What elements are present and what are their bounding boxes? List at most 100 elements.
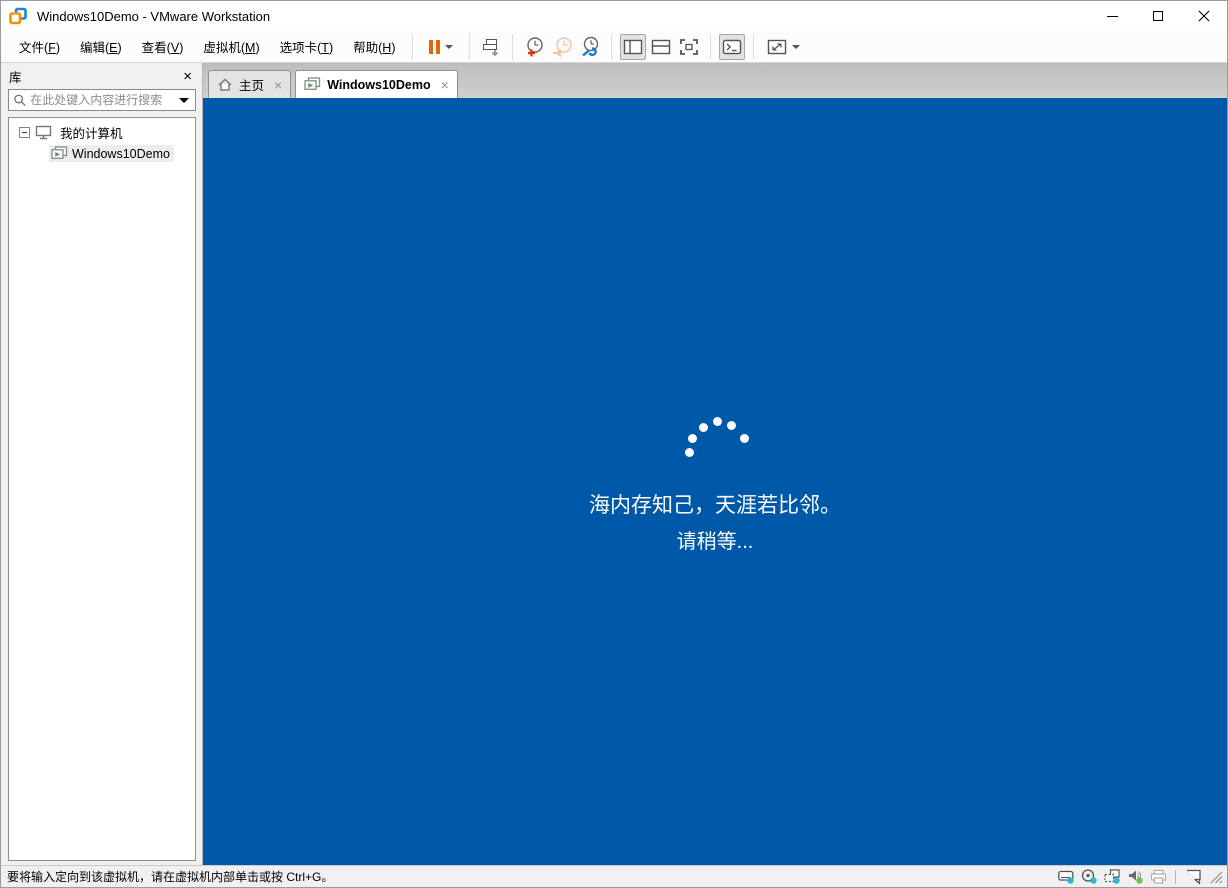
spinner-dot (699, 423, 708, 432)
toolbar-separator (412, 33, 414, 60)
spinner-dot (688, 434, 697, 443)
home-icon (217, 77, 233, 92)
network-adapter-status[interactable] (1103, 868, 1121, 886)
toolbar-separator (753, 33, 755, 60)
library-title: 库 (9, 70, 22, 85)
status-separator (1175, 869, 1176, 884)
printer-icon (1150, 869, 1166, 884)
message-log-button[interactable] (1184, 868, 1202, 886)
window-title: Windows10Demo - VMware Workstation (37, 8, 271, 24)
stretch-icon (767, 39, 787, 54)
cd-icon (1081, 868, 1097, 884)
library-close-icon[interactable]: × (181, 69, 194, 84)
toolbar-separator (710, 33, 712, 60)
console-icon (723, 39, 742, 54)
sound-status[interactable] (1126, 868, 1144, 886)
search-dropdown-icon[interactable] (179, 97, 189, 103)
clock-plus-icon (527, 36, 544, 56)
vm-message-line2: 请稍等... (676, 531, 754, 553)
fullscreen-icon (680, 38, 699, 55)
close-icon (1198, 10, 1210, 22)
library-header: 库 × (1, 63, 202, 87)
resize-grip-icon (1210, 871, 1223, 883)
tree-item-label: 我的计算机 (60, 127, 123, 141)
printer-status (1149, 868, 1167, 886)
panel-left-icon (624, 39, 643, 54)
message-log-icon (1186, 869, 1201, 884)
manage-snapshots-button[interactable] (577, 34, 603, 60)
tab-windows10demo[interactable]: Windows10Demo × (295, 70, 458, 98)
menu-view[interactable]: 查看(V) (132, 32, 194, 61)
show-library-button[interactable] (620, 33, 647, 60)
vmware-workstation-window: Windows10Demo - VMware Workstation 文件(F)… (0, 0, 1228, 888)
minimize-icon (1106, 15, 1118, 17)
console-view-button[interactable] (719, 33, 746, 60)
library-tree: 我的计算机 Windows10Demo (8, 117, 196, 861)
menu-file[interactable]: 文件(F) (9, 32, 70, 61)
menu-tabs[interactable]: 选项卡(T) (270, 32, 343, 61)
title-bar: Windows10Demo - VMware Workstation (1, 1, 1227, 31)
cd-dvd-status[interactable] (1080, 868, 1098, 886)
hard-disk-status[interactable] (1057, 868, 1075, 886)
tab-close-icon[interactable]: × (274, 78, 282, 92)
hard-disk-icon (1057, 870, 1074, 884)
loading-spinner (675, 417, 755, 462)
toolbar-separator (469, 33, 471, 60)
toolbar-separator (512, 33, 514, 60)
panel-bottom-icon (652, 39, 671, 54)
window-body: 库 × 在此处键入内容进行搜索 我的计算机 Windows10Demo 主页 ×… (1, 63, 1227, 865)
tree-item-my-computer[interactable]: 我的计算机 (9, 122, 195, 143)
stretch-guest-button[interactable] (762, 34, 804, 60)
tab-close-icon[interactable]: × (441, 78, 449, 92)
status-message: 要将输入定向到该虚拟机，请在虚拟机内部单击或按 Ctrl+G。 (7, 870, 334, 884)
chevron-down-icon (791, 44, 800, 49)
window-controls (1089, 1, 1227, 31)
clock-wrench-icon (582, 36, 599, 56)
status-bar: 要将输入定向到该虚拟机，请在虚拟机内部单击或按 Ctrl+G。 (1, 865, 1227, 887)
suspend-button[interactable] (421, 34, 461, 60)
menu-vm[interactable]: 虚拟机(M) (193, 32, 269, 61)
take-snapshot-button[interactable] (521, 34, 547, 60)
menu-toolbar-row: 文件(F) 编辑(E) 查看(V) 虚拟机(M) 选项卡(T) 帮助(H) (1, 31, 1227, 63)
resize-grip[interactable] (1207, 868, 1225, 886)
search-icon (14, 94, 26, 107)
tab-label: Windows10Demo (327, 77, 431, 92)
tree-item-windows10demo[interactable]: Windows10Demo (9, 143, 195, 164)
vm-console-screen[interactable]: 海内存知己，天涯若比邻。 请稍等... (203, 98, 1227, 865)
computer-icon (35, 125, 52, 140)
toolbar-separator (611, 33, 613, 60)
send-ctrl-alt-del-button[interactable] (478, 34, 504, 60)
maximize-icon (1153, 11, 1163, 21)
menu-edit[interactable]: 编辑(E) (70, 32, 132, 61)
vm-running-icon (51, 146, 68, 159)
tab-label: 主页 (239, 79, 265, 93)
pause-icon (429, 39, 441, 54)
library-panel: 库 × 在此处键入内容进行搜索 我的计算机 Windows10Demo (1, 63, 203, 865)
chevron-down-icon (445, 44, 454, 49)
spinner-dot (740, 434, 749, 443)
tree-item-label: Windows10Demo (72, 146, 170, 161)
tab-strip: 主页 × Windows10Demo × (203, 63, 1227, 98)
close-button[interactable] (1181, 1, 1227, 31)
vm-message-line1: 海内存知己，天涯若比邻。 (589, 494, 841, 517)
maximize-button[interactable] (1135, 1, 1181, 31)
library-search-input[interactable] (30, 93, 177, 107)
library-search-box (8, 89, 196, 111)
show-thumbnail-bar-button[interactable] (648, 34, 674, 60)
vmware-logo-icon (9, 7, 27, 25)
clock-revert-icon (553, 36, 573, 57)
fullscreen-button[interactable] (676, 34, 702, 60)
spinner-dot (727, 421, 736, 430)
network-icon (1103, 868, 1120, 884)
tab-home[interactable]: 主页 × (208, 70, 292, 98)
menu-help[interactable]: 帮助(H) (343, 32, 405, 61)
main-area: 主页 × Windows10Demo × 海内存知己，天涯若比邻。 请稍等... (203, 63, 1227, 865)
minimize-button[interactable] (1089, 1, 1135, 31)
collapse-expander-icon[interactable] (19, 127, 30, 138)
device-status-icons (1057, 868, 1225, 886)
keyboard-send-icon (483, 38, 499, 56)
speaker-icon (1128, 870, 1143, 884)
vm-running-icon (304, 77, 321, 92)
spinner-dot (713, 417, 722, 426)
vm-loading-area: 海内存知己，天涯若比邻。 请稍等... (203, 417, 1227, 554)
